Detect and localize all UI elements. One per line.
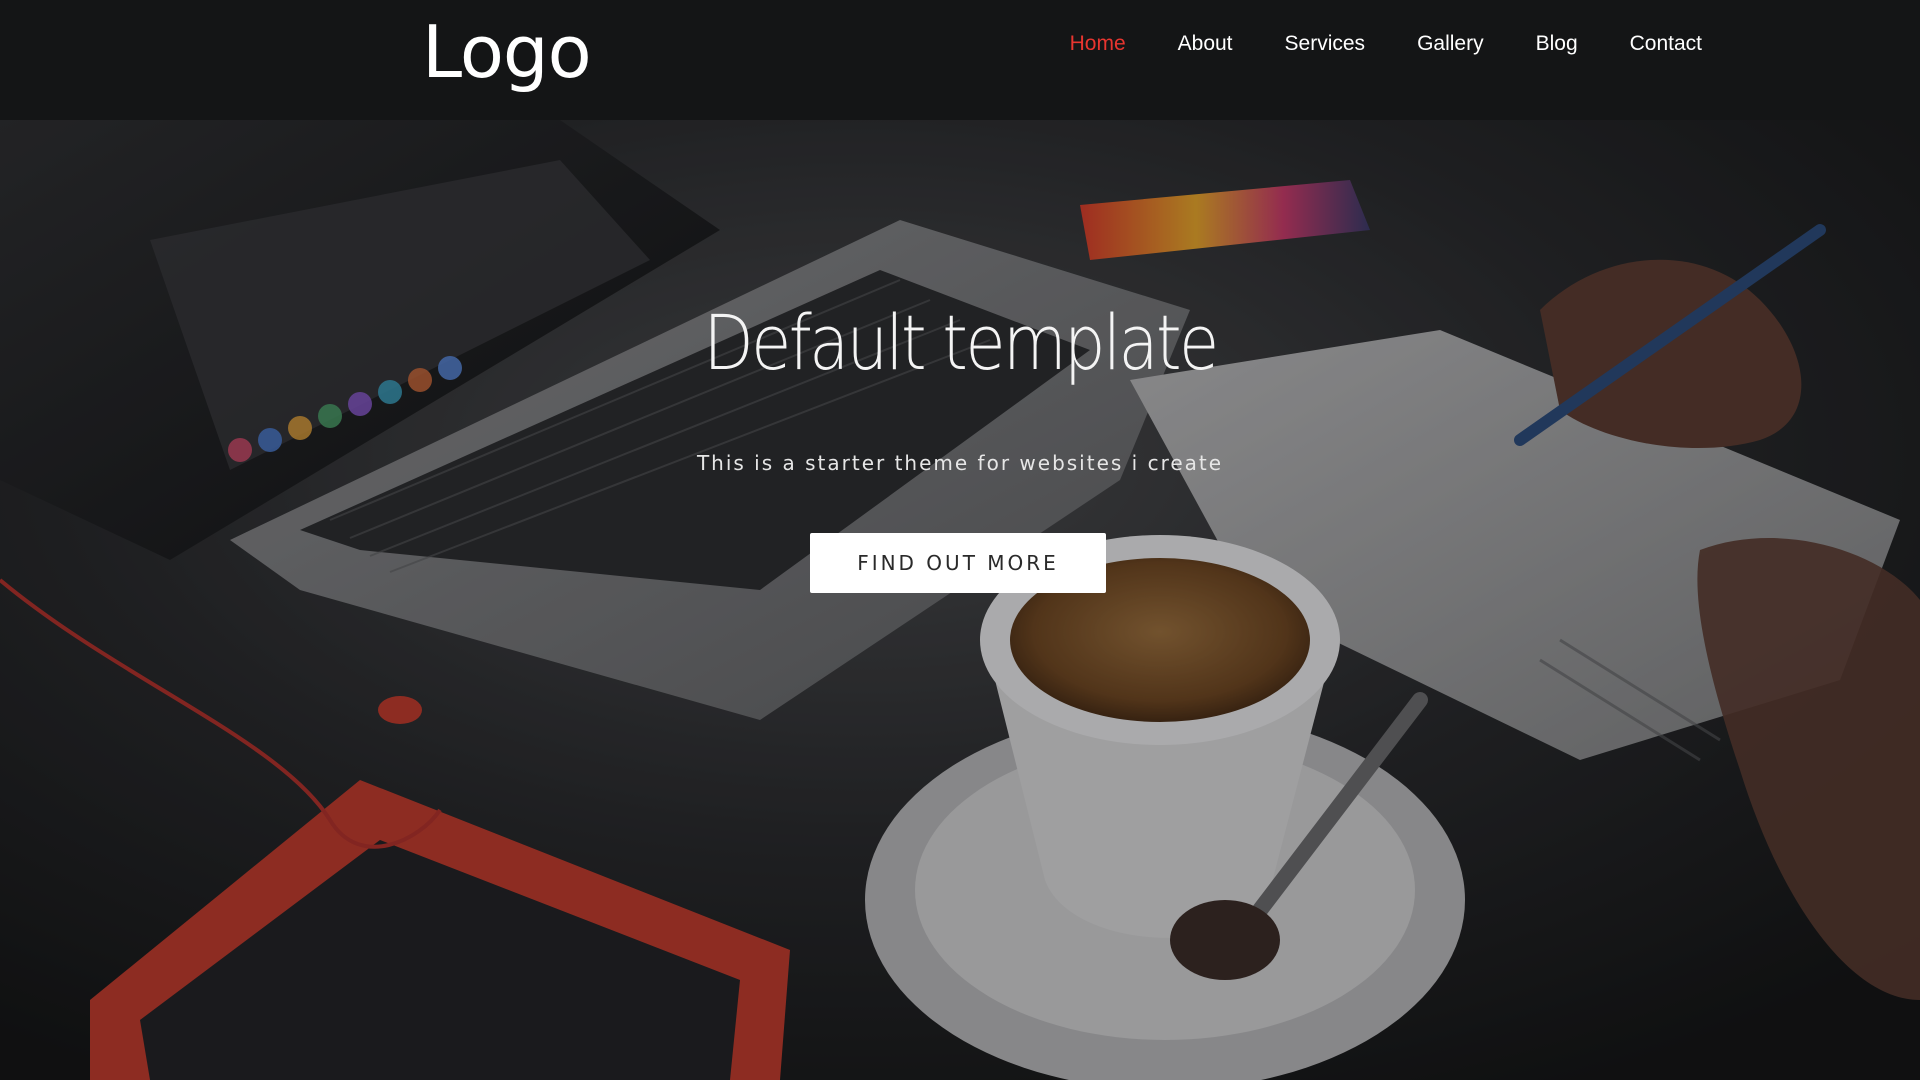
hero-title: Default template xyxy=(703,298,1219,387)
nav-item-contact: Contact xyxy=(1630,32,1702,56)
hero-section: Default template This is a starter theme… xyxy=(0,120,1920,1080)
nav-link-blog[interactable]: Blog xyxy=(1536,32,1578,55)
nav-link-gallery[interactable]: Gallery xyxy=(1417,32,1484,55)
find-out-more-button[interactable]: FIND OUT MORE xyxy=(810,533,1106,593)
nav-link-about[interactable]: About xyxy=(1178,32,1233,55)
main-nav: Home About Services Gallery Blog Contact xyxy=(1018,0,1702,88)
nav-link-contact[interactable]: Contact xyxy=(1630,32,1702,55)
hero-content: Default template This is a starter theme… xyxy=(0,120,1920,1080)
nav-item-services: Services xyxy=(1285,32,1366,56)
nav-item-blog: Blog xyxy=(1536,32,1578,56)
nav-item-home: Home xyxy=(1070,32,1126,56)
site-logo[interactable]: Logo xyxy=(422,6,592,98)
nav-item-gallery: Gallery xyxy=(1417,32,1484,56)
nav-link-home[interactable]: Home xyxy=(1070,32,1126,55)
hero-subtitle: This is a starter theme for websites i c… xyxy=(696,451,1224,475)
top-navbar: Logo Home About Services Gallery Blog Co… xyxy=(0,0,1920,120)
nav-link-services[interactable]: Services xyxy=(1285,32,1366,55)
nav-item-about: About xyxy=(1178,32,1233,56)
